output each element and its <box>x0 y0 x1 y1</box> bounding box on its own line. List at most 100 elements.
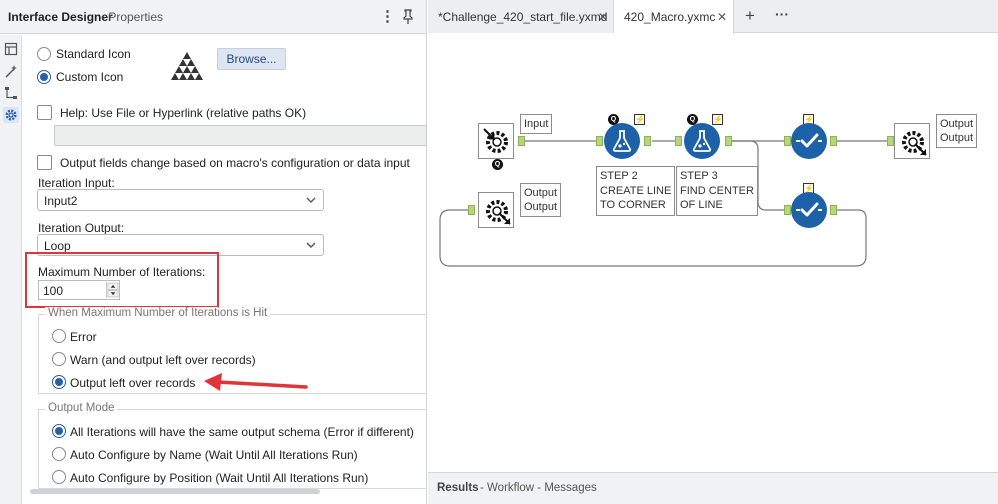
annotation-text: TO CORNER <box>600 199 666 211</box>
output-annotation-1: Output Output <box>936 114 978 148</box>
output-anchor[interactable] <box>644 136 651 146</box>
same-schema-radio[interactable] <box>52 424 66 438</box>
output-fields-checkbox[interactable] <box>37 155 52 170</box>
pin-icon[interactable] <box>401 9 415 25</box>
settings-icon[interactable] <box>3 107 19 123</box>
results-label[interactable]: Results <box>437 482 479 494</box>
custom-icon-radio[interactable] <box>37 70 51 84</box>
error-label: Error <box>70 330 97 344</box>
error-radio[interactable] <box>52 329 66 343</box>
select-tool-top[interactable] <box>791 123 827 159</box>
macro-input-box[interactable] <box>478 123 514 159</box>
same-schema-label: All Iterations will have the same output… <box>70 425 414 439</box>
spinner-icon[interactable] <box>106 282 119 298</box>
gear-arrow-out-icon <box>902 131 927 156</box>
annotation-text: CREATE LINE <box>600 184 672 197</box>
iteration-input-select[interactable]: Input2 <box>37 189 324 211</box>
annotation-text: Output <box>940 118 974 130</box>
help-checkbox[interactable] <box>37 105 52 120</box>
annotation-text: Output <box>940 132 974 144</box>
gear-arrow-out-icon <box>486 200 511 225</box>
annotation-text: STEP 3 <box>680 170 718 182</box>
step3-annotation: STEP 3 FIND CENTER OF LINE <box>676 166 758 216</box>
annotation-text: Output <box>524 187 558 199</box>
macro-output-tool-loop[interactable] <box>478 192 514 228</box>
magic-wand-icon[interactable] <box>3 64 19 80</box>
auto-position-radio[interactable] <box>52 470 66 484</box>
iteration-input-value: Input2 <box>44 194 78 208</box>
macro-output-tool-1[interactable] <box>894 123 930 159</box>
iteration-output-value: Loop <box>44 239 71 253</box>
lightning-badge-icon: ⚡ <box>712 114 723 125</box>
tab-label: *Challenge_420_start_file.yxmd <box>438 10 608 24</box>
lightning-badge-icon: ⚡ <box>634 114 645 125</box>
input-anchor[interactable] <box>887 136 894 146</box>
panel-subtitle: - Properties <box>101 10 164 24</box>
horizontal-scrollbar[interactable] <box>30 489 320 494</box>
output-annotation-2: Output Output <box>520 183 562 217</box>
when-max-hit-legend: When Maximum Number of Iterations is Hit <box>45 307 271 319</box>
auto-name-radio[interactable] <box>52 447 66 461</box>
step2-annotation: STEP 2 CREATE LINE TO CORNER <box>596 166 676 216</box>
output-fields-label: Output fields change based on macro's co… <box>60 156 410 170</box>
document-tab-bar: *Challenge_420_start_file.yxmd ✕ 420_Mac… <box>428 0 998 34</box>
auto-name-label: Auto Configure by Name (Wait Until All I… <box>70 448 358 462</box>
output-anchor[interactable] <box>830 136 837 146</box>
step2-formula-tool[interactable] <box>604 123 640 159</box>
output-anchor[interactable] <box>725 136 732 146</box>
input-anchor[interactable] <box>596 136 603 146</box>
step3-formula-tool[interactable] <box>684 123 720 159</box>
checkmark-icon <box>796 202 822 217</box>
max-iterations-input[interactable]: 100 <box>38 280 120 300</box>
browse-button[interactable]: Browse... <box>217 48 286 70</box>
output-left-over-label: Output left over records <box>70 376 196 390</box>
close-icon[interactable]: ✕ <box>598 10 608 24</box>
gear-arrow-in-icon <box>483 128 508 153</box>
input-anchor[interactable] <box>675 136 682 146</box>
close-icon[interactable]: ✕ <box>717 10 727 24</box>
output-anchor[interactable] <box>518 136 525 146</box>
help-path-input[interactable] <box>54 125 427 146</box>
input-annotation: Input <box>520 114 553 134</box>
max-iterations-value: 100 <box>43 284 64 298</box>
input-anchor[interactable] <box>784 136 791 146</box>
iteration-output-label: Iteration Output: <box>38 221 125 235</box>
flask-icon <box>612 130 632 152</box>
annotation-text: Input <box>524 118 549 130</box>
input-anchor[interactable] <box>784 205 791 215</box>
workflow-canvas[interactable]: Q Input ⚡ Q STEP 2 CREATE LINE TO CORNER… <box>428 34 998 472</box>
tree-icon[interactable] <box>3 85 19 101</box>
annotation-text: FIND CENTER <box>680 184 754 197</box>
chevron-down-icon <box>306 242 316 248</box>
standard-icon-radio[interactable] <box>37 47 51 61</box>
annotation-text: Output <box>524 201 558 213</box>
panel-title: Interface Designer <box>8 10 113 24</box>
more-tabs-icon[interactable]: ··· <box>772 6 792 22</box>
tab-label: 420_Macro.yxmc <box>624 10 716 24</box>
icon-rail <box>0 35 22 504</box>
warn-radio[interactable] <box>52 352 66 366</box>
annotation-text: OF LINE <box>680 199 723 211</box>
tab-macro-file[interactable]: 420_Macro.yxmc ✕ <box>614 0 734 34</box>
help-label: Help: Use File or Hyperlink (relative pa… <box>60 106 307 120</box>
layout-icon[interactable] <box>3 41 19 57</box>
output-mode-legend: Output Mode <box>45 402 118 414</box>
custom-icon-label: Custom Icon <box>56 70 124 84</box>
interface-designer-panel: Interface Designer - Properties ⋮ Standa… <box>0 0 427 504</box>
tab-challenge-file[interactable]: *Challenge_420_start_file.yxmd ✕ <box>428 0 614 33</box>
more-options-icon[interactable]: ⋮ <box>380 7 395 25</box>
connection-lines <box>439 140 888 267</box>
auto-position-label: Auto Configure by Position (Wait Until A… <box>70 471 369 485</box>
warn-label: Warn (and output left over records) <box>70 353 256 367</box>
output-anchor[interactable] <box>830 205 837 215</box>
iteration-input-label: Iteration Input: <box>38 176 115 190</box>
custom-icon-thumbnail <box>167 48 207 88</box>
select-tool-bottom[interactable] <box>791 192 827 228</box>
add-tab-icon[interactable]: + <box>740 6 760 26</box>
question-badge-icon: Q <box>492 159 503 170</box>
output-left-over-radio[interactable] <box>52 375 66 389</box>
input-anchor[interactable] <box>468 205 475 215</box>
max-iterations-label: Maximum Number of Iterations: <box>38 265 206 279</box>
panel-header: Interface Designer - Properties ⋮ <box>0 0 426 34</box>
max-iterations-highlight: Maximum Number of Iterations: 100 <box>25 252 219 308</box>
